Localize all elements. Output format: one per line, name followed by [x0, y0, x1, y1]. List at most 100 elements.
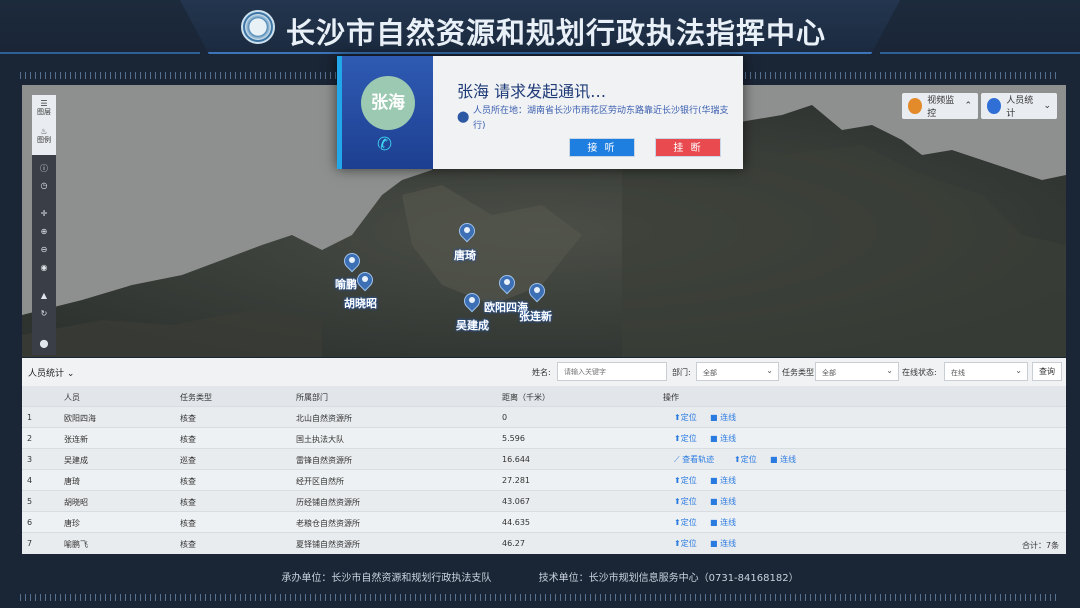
name-search-input[interactable] [557, 362, 667, 381]
row-dept: 雷锋自然资源所 [296, 456, 352, 465]
row-index: 4 [27, 476, 33, 485]
zoom-in-icon[interactable]: ⊕ [32, 227, 56, 236]
north-arrow-icon[interactable]: ▲ [32, 291, 56, 300]
bottom-ruler [20, 594, 1060, 601]
locate-link[interactable]: ⬆定位 [674, 517, 697, 528]
table-row[interactable]: 3 吴建成 巡查 雷锋自然资源所 16.644 ⟋ 查看轨迹 ⬆定位 ■ 连线 [22, 448, 1066, 469]
dept-select[interactable]: 全部 ⌄ [696, 362, 779, 381]
incoming-call-dialog: 张海 ✆ 张海 请求发起通讯… ⬤ 人员所在地：湖南省长沙市雨花区劳动东路靠近长… [337, 56, 743, 169]
row-dept: 历经铺自然资源所 [296, 498, 360, 507]
legend-button[interactable]: ♨ 图例 [32, 127, 56, 144]
map-marker[interactable] [353, 268, 377, 294]
connect-link[interactable]: ■ 连线 [770, 454, 796, 465]
footer: 承办单位：长沙市自然资源和规划行政执法支队 技术单位：长沙市规划信息服务中心（0… [0, 569, 1080, 584]
row-name: 吴建成 [64, 456, 88, 465]
row-task: 核查 [180, 435, 196, 444]
row-name: 胡晓昭 [64, 498, 88, 507]
row-dept: 经开区自然所 [296, 477, 344, 486]
row-distance: 44.635 [502, 518, 530, 527]
table-header: 人员 任务类型 所属部门 距离（千米） 操作 [22, 386, 1066, 406]
globe-icon[interactable]: ◉ [32, 263, 56, 272]
caller-avatar: 张海 [361, 76, 415, 130]
row-name: 唐珍 [64, 519, 80, 528]
department-logo-icon [241, 10, 275, 44]
legend-label: 图例 [37, 136, 51, 144]
locate-link[interactable]: ⬆定位 [674, 475, 697, 486]
dept-filter-label: 部门: [672, 368, 691, 377]
hangup-button[interactable]: 挂 断 [655, 138, 721, 157]
row-index: 6 [27, 518, 33, 527]
table-row[interactable]: 7 喻鹏飞 核查 夏铎铺自然资源所 46.27 ⬆定位 ■ 连线 [22, 532, 1066, 553]
map-marker[interactable] [525, 279, 549, 305]
row-index: 2 [27, 434, 33, 443]
people-stats-toggle[interactable]: 人员统计 ⌄ [981, 93, 1057, 119]
connect-link[interactable]: ■ 连线 [710, 496, 736, 507]
row-name: 喻鹏飞 [64, 540, 88, 549]
call-title: 张海 请求发起通讯… [457, 82, 607, 101]
connect-link[interactable]: ■ 连线 [710, 412, 736, 423]
pan-icon[interactable]: ✛ [32, 209, 56, 218]
track-link[interactable]: ⟋ 查看轨迹 [674, 454, 714, 465]
name-filter-label: 姓名: [532, 368, 551, 377]
refresh-icon[interactable]: ↻ [32, 309, 56, 318]
marker-label: 胡晓昭 [344, 297, 377, 310]
chevron-down-icon: ⌄ [1043, 101, 1051, 111]
table-row[interactable]: 2 张连新 核查 国土执法大队 5.596 ⬆定位 ■ 连线 [22, 427, 1066, 448]
host-unit: 承办单位：长沙市自然资源和规划行政执法支队 [281, 573, 492, 584]
row-task: 核查 [180, 540, 196, 549]
filter-bar: 人员统计 ⌄ 姓名: 部门: 全部⌄ 任务类型 全部⌄ 在线状态: 在线⌄ 查询 [22, 358, 1066, 386]
layers-label: 图层 [37, 108, 51, 116]
locate-link[interactable]: ⬆定位 [674, 412, 697, 423]
info-icon[interactable]: ⓘ [32, 163, 56, 174]
row-name: 唐琦 [64, 477, 80, 486]
answer-button[interactable]: 接 听 [569, 138, 635, 157]
location-icon[interactable]: ⬤ [32, 339, 56, 348]
marker-label: 唐琦 [454, 249, 476, 262]
stats-title[interactable]: 人员统计 ⌄ [28, 366, 74, 379]
row-distance: 27.281 [502, 476, 530, 485]
col-task-type: 任务类型 [180, 393, 212, 402]
layers-button[interactable]: ☰ 图层 [32, 99, 56, 116]
table-row[interactable]: 6 唐珍 核查 老粮仓自然资源所 44.635 ⬆定位 ■ 连线 [22, 511, 1066, 532]
row-name: 欧阳四海 [64, 414, 96, 423]
connect-link[interactable]: ■ 连线 [710, 433, 736, 444]
table-row[interactable]: 5 胡晓昭 核查 历经铺自然资源所 43.067 ⬆定位 ■ 连线 [22, 490, 1066, 511]
table-row[interactable]: 1 欧阳四海 核查 北山自然资源所 0 ⬆定位 ■ 连线 [22, 406, 1066, 427]
row-task: 核查 [180, 498, 196, 507]
connect-link[interactable]: ■ 连线 [710, 517, 736, 528]
people-stats-label: 人员统计 [1006, 96, 1034, 119]
phone-icon: ✆ [377, 134, 393, 155]
task-type-select[interactable]: 全部 ⌄ [815, 362, 899, 381]
marker-label: 张连新 [519, 310, 552, 323]
page-title: 长沙市自然资源和规划行政执法指挥中心 [286, 16, 827, 50]
col-distance: 距离（千米） [502, 393, 550, 402]
map-marker[interactable] [460, 289, 484, 315]
row-distance: 46.27 [502, 539, 525, 548]
row-task: 巡查 [180, 456, 196, 465]
zoom-out-icon[interactable]: ⊖ [32, 245, 56, 254]
layer-panel: ☰ 图层 ♨ 图例 [32, 95, 56, 155]
online-filter-label: 在线状态: [902, 368, 937, 377]
row-task: 核查 [180, 519, 196, 528]
video-monitor-label: 视频监控 [927, 96, 955, 119]
locate-link[interactable]: ⬆定位 [674, 433, 697, 444]
row-task: 核查 [180, 414, 196, 423]
caller-location: 人员所在地：湖南省长沙市雨花区劳动东路靠近长沙银行(华瑞支行) [473, 106, 729, 131]
locate-link[interactable]: ⬆定位 [674, 538, 697, 549]
connect-link[interactable]: ■ 连线 [710, 475, 736, 486]
location-pin-icon: ⬤ [457, 110, 470, 123]
col-actions: 操作 [663, 393, 679, 402]
marker-label: 吴建成 [456, 319, 489, 332]
map-marker[interactable] [455, 219, 479, 245]
locate-link[interactable]: ⬆定位 [674, 496, 697, 507]
clock-icon[interactable]: ◷ [32, 181, 56, 190]
col-department: 所属部门 [296, 393, 328, 402]
query-button[interactable]: 查询 [1032, 362, 1062, 381]
video-monitor-toggle[interactable]: 视频监控 ⌃ [902, 93, 978, 119]
locate-link[interactable]: ⬆定位 [734, 454, 757, 465]
row-dept: 北山自然资源所 [296, 414, 352, 423]
online-status-select[interactable]: 在线 ⌄ [944, 362, 1028, 381]
map-marker[interactable] [495, 271, 519, 297]
table-row[interactable]: 4 唐琦 核查 经开区自然所 27.281 ⬆定位 ■ 连线 [22, 469, 1066, 490]
connect-link[interactable]: ■ 连线 [710, 538, 736, 549]
